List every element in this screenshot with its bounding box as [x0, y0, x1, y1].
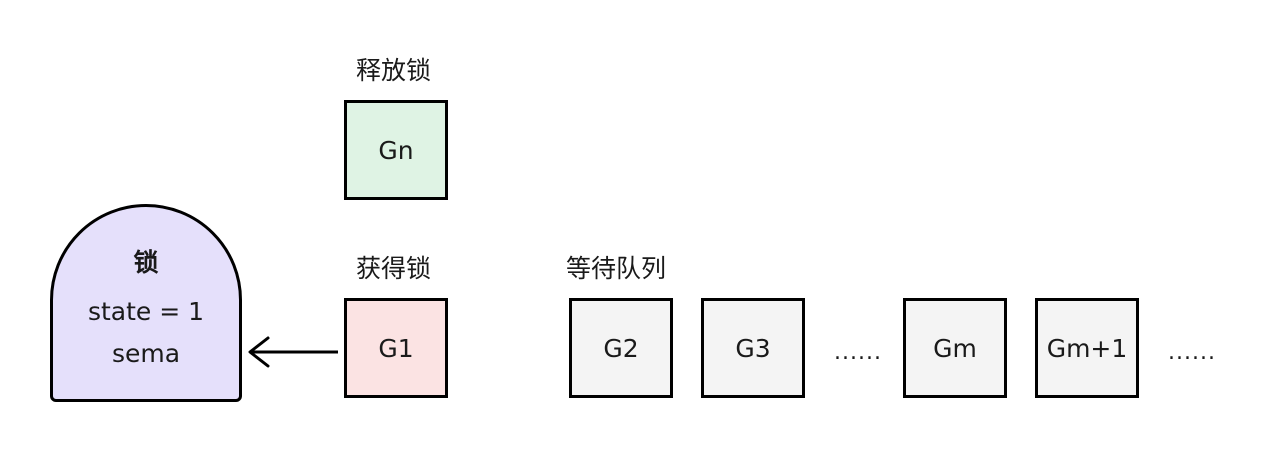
queue-label: 等待队列 — [566, 254, 667, 283]
queue-item-box: G3 — [701, 298, 805, 398]
lock-sema: sema — [111, 339, 181, 368]
queue-item-box: Gm+1 — [1035, 298, 1139, 398]
released-goroutine-label: Gn — [378, 135, 414, 165]
queue-item-label: G2 — [603, 333, 639, 363]
queue-item-box: G2 — [569, 298, 673, 398]
holder-goroutine-box: G1 — [344, 298, 448, 398]
release-label: 释放锁 — [356, 56, 432, 85]
queue-item-label: G3 — [735, 333, 771, 363]
queue-item-label: Gm — [933, 333, 977, 363]
queue-ellipsis: ...... — [1168, 340, 1216, 365]
acquire-arrow — [248, 336, 338, 368]
lock-state: state = 1 — [87, 297, 205, 326]
acquire-label: 获得锁 — [356, 254, 432, 283]
lock-node: 锁 state = 1 sema — [50, 204, 242, 402]
queue-item-label: Gm+1 — [1046, 333, 1128, 363]
lock-title: 锁 — [133, 248, 159, 277]
queue-item-box: Gm — [903, 298, 1007, 398]
released-goroutine-box: Gn — [344, 100, 448, 200]
queue-ellipsis: ...... — [834, 340, 882, 365]
holder-goroutine-label: G1 — [378, 333, 414, 363]
